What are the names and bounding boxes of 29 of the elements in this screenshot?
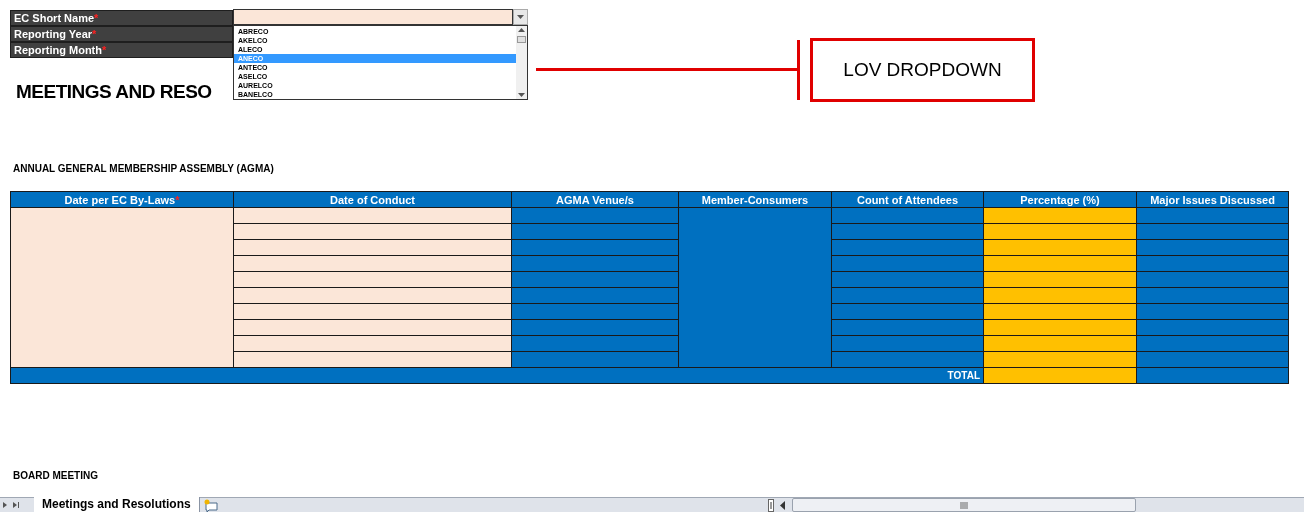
field-label: Reporting Month* — [10, 42, 233, 58]
column-header: Percentage (%) — [983, 191, 1137, 208]
scrollbar[interactable] — [516, 26, 527, 99]
dropdown-field[interactable] — [233, 9, 513, 25]
dropdown-button[interactable] — [513, 9, 528, 25]
sheet-tab[interactable]: Meetings and Resolutions — [34, 497, 200, 512]
last-sheet-icon[interactable] — [12, 501, 20, 509]
tab-splitter-icon[interactable] — [767, 498, 774, 512]
section-title: BOARD MEETING — [13, 469, 98, 483]
next-sheet-icon[interactable] — [2, 501, 8, 509]
section-title: ANNUAL GENERAL MEMBERSHIP ASSEMBLY (AGMA) — [13, 162, 274, 176]
scroll-up-icon[interactable] — [518, 28, 525, 32]
column-header: AGMA Venue/s — [511, 191, 679, 208]
table-cell[interactable] — [678, 207, 832, 368]
scrollbar-thumb[interactable] — [517, 36, 526, 43]
column-header: Major Issues Discussed — [1136, 191, 1289, 208]
field-label: Reporting Year* — [10, 26, 233, 42]
scroll-down-icon[interactable] — [518, 93, 525, 97]
field-label: EC Short Name* — [10, 10, 233, 26]
page-title: MEETINGS AND RESO — [16, 80, 212, 104]
column-header: Date of Conduct — [233, 191, 512, 208]
caret-icon — [517, 15, 524, 19]
table-cell[interactable] — [10, 207, 234, 368]
column-header: Date per EC By-Laws* — [10, 191, 234, 208]
scroll-left-icon[interactable] — [779, 500, 786, 510]
column-header: Count of Attendees — [831, 191, 984, 208]
column-header: Member-Consumers — [678, 191, 832, 208]
scrollbar-thumb[interactable] — [791, 498, 1136, 512]
callout-label: LOV DROPDOWN — [810, 38, 1035, 102]
